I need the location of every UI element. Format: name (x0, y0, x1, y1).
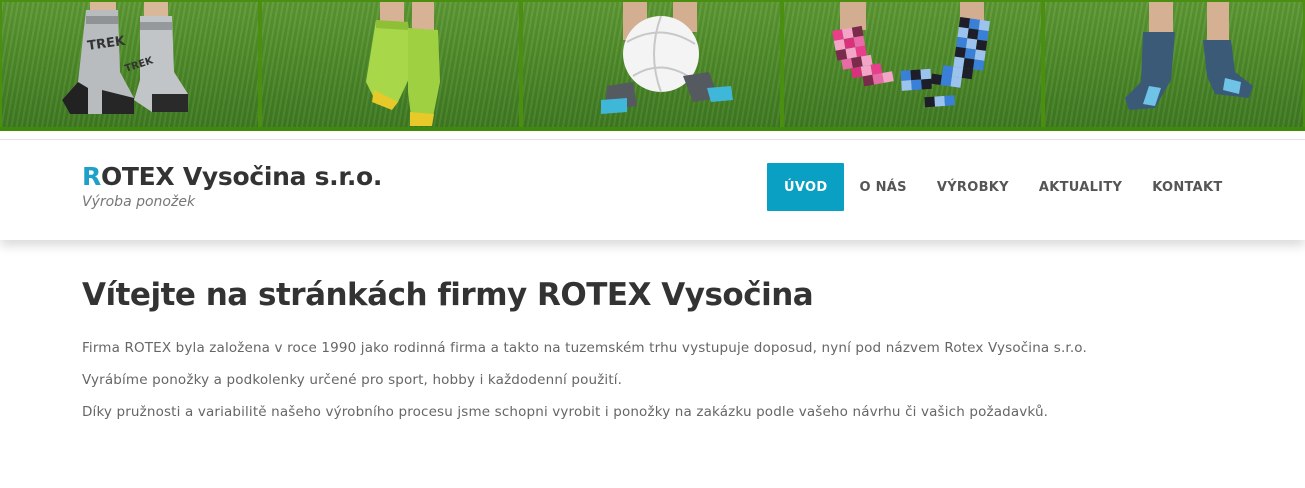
main-content: Vítejte na stránkách firmy ROTEX Vysočin… (82, 276, 1222, 422)
main-navigation: ÚVOD O NÁS VÝROBKY AKTUALITY KONTAKT (767, 163, 1238, 211)
nav-item-aktuality[interactable]: AKTUALITY (1024, 163, 1137, 211)
nav-item-vyrobky[interactable]: VÝROBKY (922, 163, 1024, 211)
site-title[interactable]: ROTEX Vysočina s.r.o. (82, 162, 382, 191)
socks-ball-photo (523, 2, 780, 127)
socks-trek-photo: TREK TREK (2, 2, 258, 127)
site-header: ROTEX Vysočina s.r.o. Výroba ponožek ÚVO… (0, 139, 1305, 240)
banner-divider (0, 127, 1305, 131)
site-tagline: Výroba ponožek (82, 194, 196, 210)
intro-paragraph-3: Díky pružnosti a variabilitě našeho výro… (82, 404, 1049, 420)
nav-item-kontakt[interactable]: KONTAKT (1137, 163, 1237, 211)
page-title: Vítejte na stránkách firmy ROTEX Vysočin… (82, 277, 814, 313)
intro-paragraph-2: Vyrábíme ponožky a podkolenky určené pro… (82, 372, 623, 388)
header-banner: TREK TREK (0, 0, 1305, 131)
site-title-first-letter: R (82, 162, 101, 191)
site-logo[interactable]: ROTEX Vysočina s.r.o. Výroba ponožek (82, 162, 382, 210)
nav-item-o-nas[interactable]: O NÁS (844, 163, 921, 211)
socks-checkered-photo (784, 2, 1041, 127)
socks-green-photo (262, 2, 519, 127)
nav-item-uvod[interactable]: ÚVOD (767, 163, 845, 211)
site-title-rest: OTEX Vysočina s.r.o. (100, 162, 383, 191)
socks-blue-photo (1045, 2, 1303, 127)
intro-paragraph-1: Firma ROTEX byla založena v roce 1990 ja… (82, 340, 1087, 356)
